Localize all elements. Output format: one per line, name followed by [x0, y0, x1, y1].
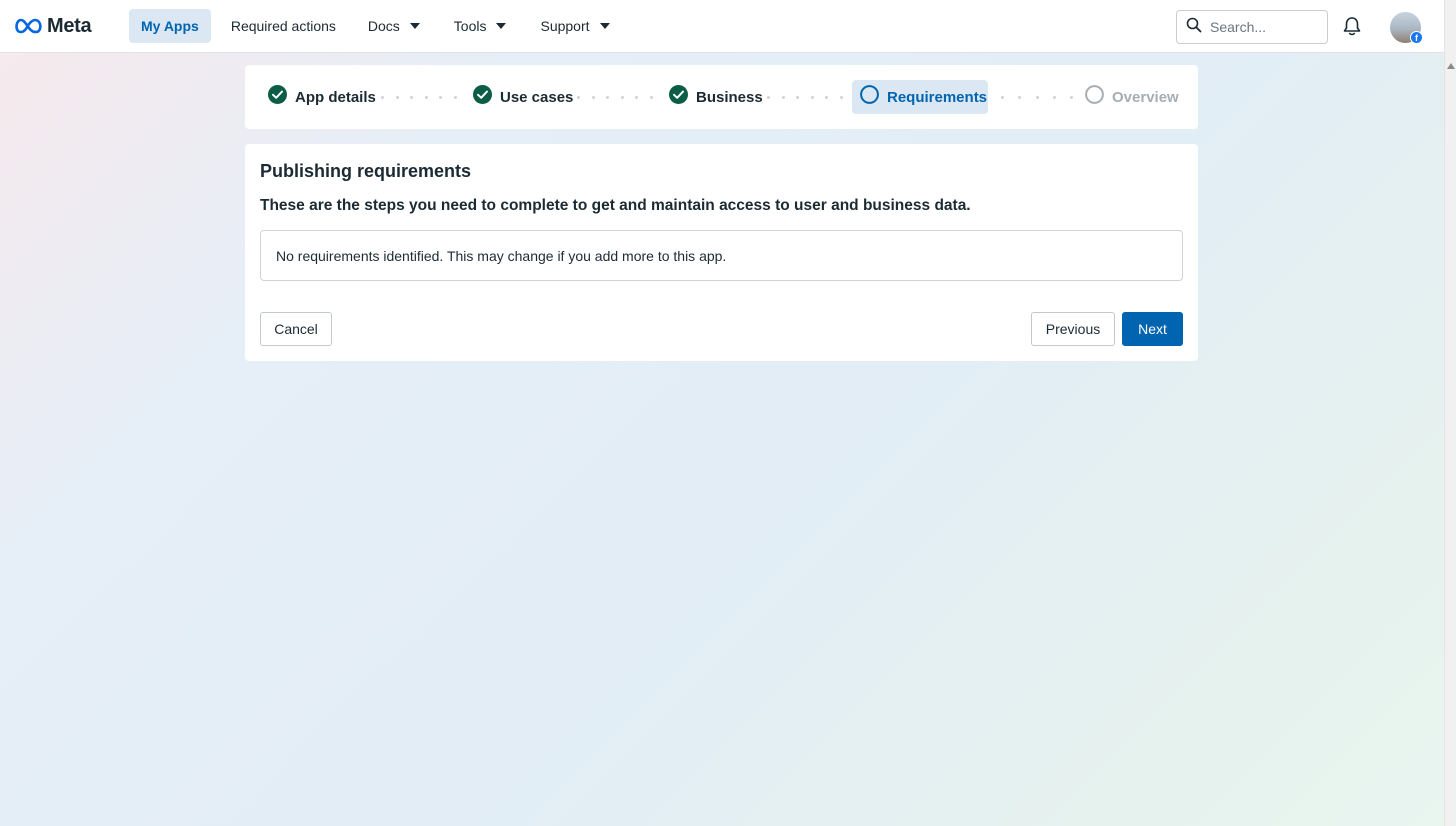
step-connector: [577, 96, 653, 99]
previous-button[interactable]: Previous: [1031, 312, 1115, 346]
step-label: Use cases: [500, 88, 574, 106]
search-icon: [1186, 17, 1202, 38]
search-input[interactable]: [1210, 19, 1320, 35]
progress-stepper: App details Use cases Business Requireme…: [245, 65, 1198, 129]
nav-my-apps[interactable]: My Apps: [129, 9, 211, 43]
step-requirements[interactable]: Requirements: [852, 80, 988, 114]
check-circle-icon: [473, 85, 492, 109]
step-connector: [1001, 96, 1073, 99]
chevron-down-icon: [496, 23, 507, 29]
nav-docs-label: Docs: [367, 18, 400, 34]
main-nav: My Apps Required actions Docs Tools Supp…: [129, 9, 630, 43]
notifications-bell-icon[interactable]: [1342, 16, 1362, 42]
publishing-requirements-card: Publishing requirements These are the st…: [245, 144, 1198, 361]
notice-text: No requirements identified. This may cha…: [276, 247, 727, 264]
nav-docs[interactable]: Docs: [356, 9, 432, 43]
step-label: Requirements: [887, 88, 988, 106]
nav-tools-label: Tools: [453, 18, 487, 34]
next-button[interactable]: Next: [1122, 312, 1183, 346]
step-connector: [381, 96, 457, 99]
nav-support-label: Support: [540, 18, 590, 34]
step-label: Business: [696, 88, 763, 106]
step-app-details[interactable]: App details: [260, 80, 384, 114]
page-scrollbar[interactable]: [1444, 0, 1456, 826]
page-subtitle: These are the steps you need to complete…: [260, 197, 971, 214]
scroll-up-arrow-icon[interactable]: [1447, 56, 1455, 74]
meta-logo[interactable]: Meta: [15, 14, 92, 38]
user-avatar[interactable]: f: [1390, 12, 1423, 44]
facebook-badge-icon: f: [1410, 31, 1423, 44]
meta-infinity-icon: [15, 18, 42, 34]
step-label: App details: [295, 88, 376, 106]
step-connector: [767, 96, 843, 99]
step-use-cases[interactable]: Use cases: [465, 80, 581, 114]
page-title: Publishing requirements: [260, 161, 472, 181]
requirements-notice: No requirements identified. This may cha…: [260, 230, 1183, 281]
check-circle-icon: [268, 85, 287, 109]
nav-required-actions-label: Required actions: [230, 18, 336, 34]
brand-name: Meta: [47, 14, 92, 37]
top-nav-bar: Meta My Apps Required actions Docs Tools…: [0, 0, 1444, 53]
upcoming-step-circle-icon: [1085, 85, 1104, 109]
cancel-button[interactable]: Cancel: [260, 312, 332, 346]
step-overview[interactable]: Overview: [1077, 80, 1187, 114]
chevron-down-icon: [409, 23, 420, 29]
step-business[interactable]: Business: [661, 80, 771, 114]
step-label: Overview: [1112, 88, 1179, 106]
chevron-down-icon: [599, 23, 610, 29]
nav-tools[interactable]: Tools: [442, 9, 519, 43]
nav-my-apps-label: My Apps: [141, 18, 199, 34]
search-box[interactable]: [1176, 10, 1328, 44]
nav-required-actions[interactable]: Required actions: [219, 9, 348, 43]
check-circle-icon: [669, 85, 688, 109]
current-step-circle-icon: [860, 85, 879, 109]
nav-support[interactable]: Support: [528, 9, 621, 43]
